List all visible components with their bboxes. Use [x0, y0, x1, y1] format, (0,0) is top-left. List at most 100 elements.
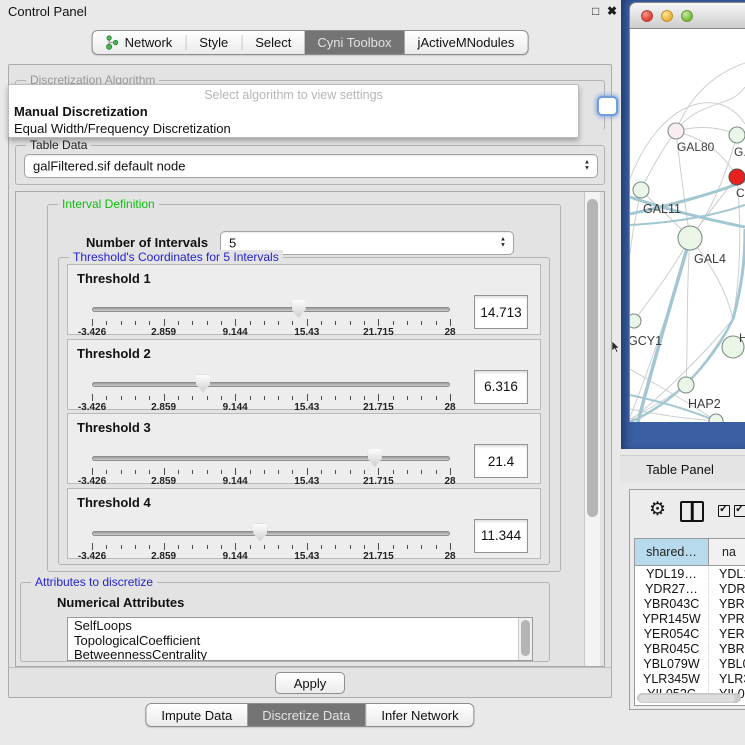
cell-shared-name[interactable]: YBR045C: [635, 642, 709, 656]
network-canvas[interactable]: GAL80G.GAL11CGAL4GCY1HHAP2: [629, 29, 745, 422]
dropdown-option-equal-width-frequency[interactable]: Equal Width/Frequency Discretization: [14, 121, 231, 136]
tick-mark: [421, 545, 422, 549]
node-hap2[interactable]: [678, 377, 694, 393]
slider-track[interactable]: [92, 456, 450, 461]
numerical-attributes-list[interactable]: SelfLoopsTopologicalCoefficientBetweenne…: [67, 617, 533, 661]
list-scrollbar-thumb[interactable]: [521, 620, 530, 656]
cell-shared-name[interactable]: YDL19…: [635, 567, 709, 581]
node-top-right[interactable]: [729, 127, 745, 143]
column-layout-icon[interactable]: [680, 501, 704, 522]
cell-name[interactable]: YBR0: [709, 642, 745, 656]
cell-name[interactable]: YER0: [709, 627, 745, 641]
tick-mark: [164, 543, 165, 550]
table-row[interactable]: YBL079WYBL0: [635, 656, 745, 671]
slider-track[interactable]: [92, 307, 450, 312]
threshold-value-box[interactable]: 14.713: [474, 295, 528, 329]
node-label-g: G.: [734, 145, 745, 159]
tick-label: 21.715: [363, 327, 394, 338]
list-scrollbar[interactable]: [518, 618, 532, 660]
threshold-4-slider[interactable]: -3.4262.8599.14415.4321.71528: [92, 527, 450, 559]
tab-network[interactable]: Network: [93, 31, 186, 54]
slider-thumb[interactable]: [196, 375, 210, 393]
tick-mark: [121, 545, 122, 549]
settings-scrollbar-thumb[interactable]: [587, 199, 598, 517]
list-item[interactable]: BetweennessCentrality: [74, 648, 516, 661]
tab-style[interactable]: Style: [186, 31, 241, 54]
tab-select[interactable]: Select: [242, 31, 304, 54]
threshold-value-box[interactable]: 6.316: [474, 370, 528, 404]
node-bottom[interactable]: [709, 414, 723, 422]
cell-name[interactable]: YPR1: [709, 612, 745, 626]
threshold-1-slider[interactable]: -3.4262.8599.14415.4321.71528: [92, 303, 450, 335]
tab-jactivemnodules[interactable]: jActiveMNodules: [405, 31, 528, 54]
settings-gear-icon[interactable]: ⚙: [649, 498, 666, 521]
column-header-name[interactable]: na: [709, 539, 745, 565]
slider-track[interactable]: [92, 531, 450, 536]
table-row[interactable]: YPR145WYPR1: [635, 611, 745, 626]
tick-mark: [307, 394, 308, 401]
cell-name[interactable]: YBR0: [709, 597, 745, 611]
list-item[interactable]: SelfLoops: [74, 619, 516, 634]
cell-shared-name[interactable]: YPR145W: [635, 612, 709, 626]
tick-label: 9.144: [223, 402, 248, 413]
checkbox-icon[interactable]: ✓: [734, 505, 745, 517]
slider-thumb[interactable]: [368, 449, 382, 467]
cell-name[interactable]: YBL0: [709, 657, 745, 671]
threshold-2-slider[interactable]: -3.4262.8599.14415.4321.71528: [92, 378, 450, 410]
tick-mark: [250, 545, 251, 549]
tick-mark: [450, 394, 451, 401]
close-panel-icon[interactable]: ✖: [607, 4, 617, 18]
threshold-value-box[interactable]: 21.4: [474, 444, 528, 478]
network-edge: [634, 238, 690, 321]
list-item[interactable]: TopologicalCoefficient: [74, 634, 516, 649]
cell-name[interactable]: YLR3: [709, 672, 745, 686]
table-horizontal-scrollbar[interactable]: [637, 693, 741, 703]
node-red[interactable]: [729, 169, 745, 185]
cell-name[interactable]: YDR2: [709, 582, 745, 596]
tab-cyni-toolbox[interactable]: Cyni Toolbox: [304, 31, 404, 54]
node-gal80[interactable]: [668, 123, 684, 139]
cell-shared-name[interactable]: YBL079W: [635, 657, 709, 671]
column-header-shared-name[interactable]: shared…: [635, 539, 709, 565]
checkbox-icon[interactable]: ✓: [718, 505, 730, 517]
slider-thumb[interactable]: [292, 300, 306, 318]
cell-shared-name[interactable]: YBR043C: [635, 597, 709, 611]
node-gcy1[interactable]: [629, 314, 641, 328]
tick-mark: [436, 470, 437, 474]
tick-mark: [436, 321, 437, 325]
slider-thumb[interactable]: [253, 524, 267, 542]
apply-button[interactable]: Apply: [275, 672, 345, 694]
cell-shared-name[interactable]: YLR345W: [635, 672, 709, 686]
slider-track[interactable]: [92, 382, 450, 387]
threshold-value-box[interactable]: 11.344: [474, 519, 528, 553]
tab-discretize-data[interactable]: Discretize Data: [247, 704, 365, 726]
table-data-combobox[interactable]: galFiltered.sif default node ▲▼: [24, 154, 598, 178]
tab-infer-network[interactable]: Infer Network: [365, 704, 473, 726]
cell-shared-name[interactable]: YER054C: [635, 627, 709, 641]
table-scrollbar-thumb[interactable]: [639, 695, 735, 702]
node-gal11[interactable]: [633, 182, 649, 198]
float-window-icon[interactable]: □: [592, 4, 599, 18]
table-row[interactable]: YDR27…YDR2: [635, 581, 745, 596]
algorithm-combobox[interactable]: [597, 96, 618, 116]
window-close-button[interactable]: [641, 10, 653, 22]
window-zoom-button[interactable]: [681, 10, 693, 22]
tick-mark: [378, 468, 379, 475]
threshold-3-slider[interactable]: -3.4262.8599.14415.4321.71528: [92, 452, 450, 484]
settings-scrollbar[interactable]: [584, 192, 600, 666]
table-row[interactable]: YLR345WYLR3: [635, 671, 745, 686]
cell-name[interactable]: YDL1: [709, 567, 745, 581]
table-panel-title: Table Panel: [646, 462, 714, 477]
node-gal4[interactable]: [678, 226, 702, 250]
cell-shared-name[interactable]: YDR27…: [635, 582, 709, 596]
tab-impute-data[interactable]: Impute Data: [146, 704, 247, 726]
table-row[interactable]: YBR045CYBR0: [635, 641, 745, 656]
dropdown-option-manual-discretization[interactable]: Manual Discretization: [14, 104, 148, 119]
tick-mark: [321, 396, 322, 400]
table-row[interactable]: YER054CYER0: [635, 626, 745, 641]
table-row[interactable]: YDL19…YDL1: [635, 566, 745, 581]
table-row[interactable]: YBR043CYBR0: [635, 596, 745, 611]
tick-mark: [192, 396, 193, 400]
window-minimize-button[interactable]: [661, 10, 673, 22]
tick-mark: [278, 545, 279, 549]
